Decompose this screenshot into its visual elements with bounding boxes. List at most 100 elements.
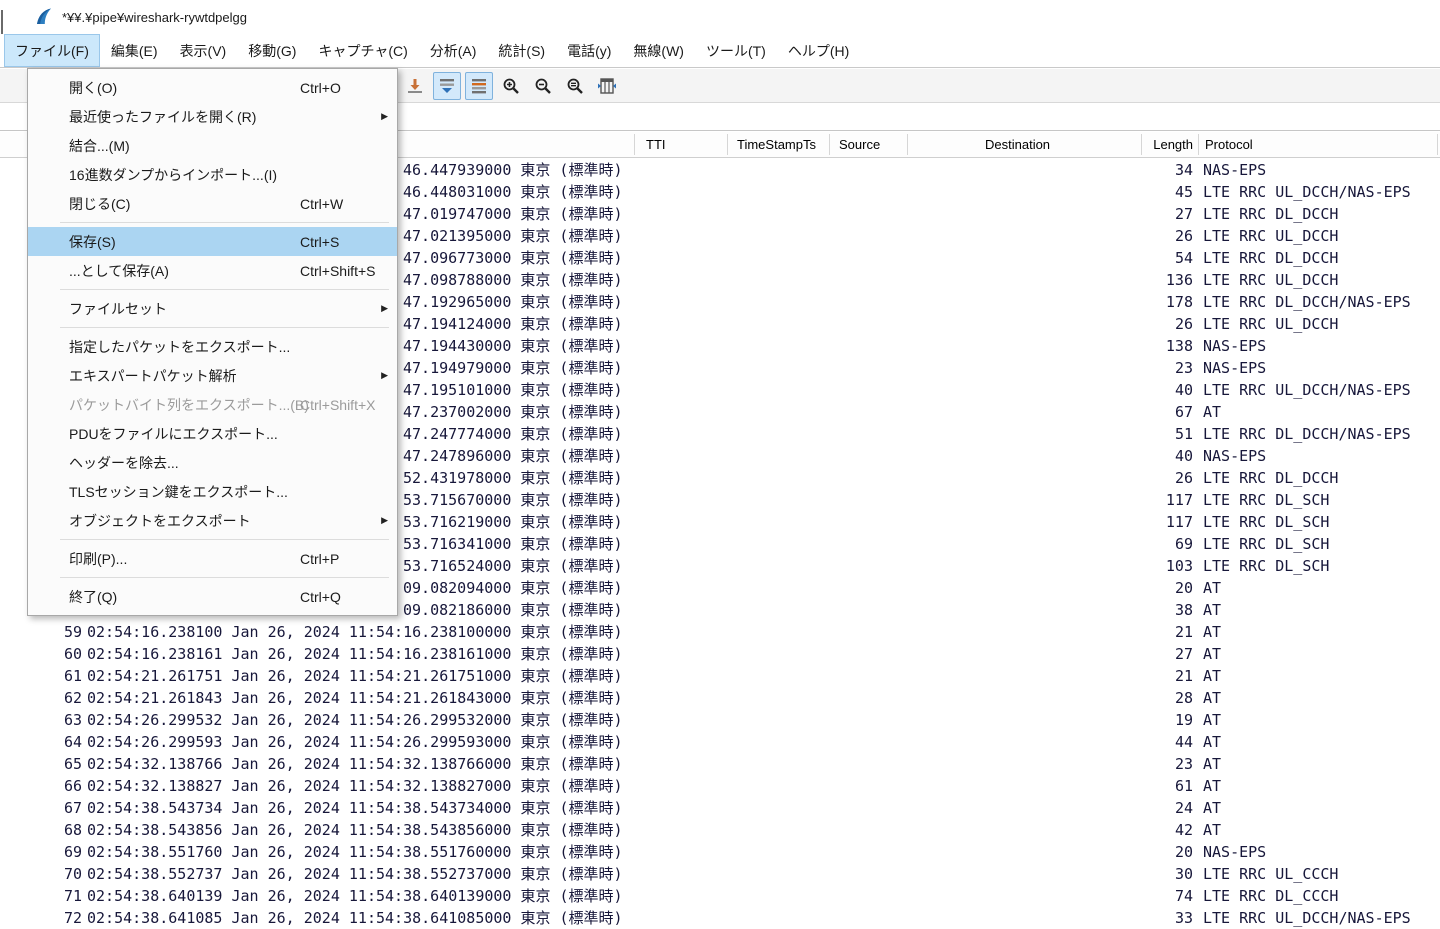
column-header-timestampts[interactable]: TimeStampTs — [737, 132, 827, 157]
packet-protocol: LTE RRC DL_DCCH/NAS-EPS — [1203, 291, 1411, 313]
file-menu-item[interactable]: ...として保存(A)Ctrl+Shift+S — [28, 256, 397, 285]
zoom-out-button[interactable] — [529, 72, 557, 100]
menubar-item-3[interactable]: 移動(G) — [237, 34, 307, 67]
menu-item-label: 指定したパケットをエクスポート... — [69, 337, 290, 357]
auto-scroll-button[interactable] — [433, 72, 461, 100]
packet-protocol: AT — [1203, 577, 1221, 599]
file-menu-item[interactable]: 16進数ダンプからインポート...(I) — [28, 160, 397, 189]
packet-protocol: LTE RRC UL_DCCH — [1203, 269, 1338, 291]
packet-protocol: LTE RRC DL_DCCH — [1203, 247, 1338, 269]
file-menu-item[interactable]: 保存(S)Ctrl+S — [28, 227, 397, 256]
file-menu-item[interactable]: 指定したパケットをエクスポート... — [28, 332, 397, 361]
file-menu-item[interactable]: 印刷(P)...Ctrl+P — [28, 544, 397, 573]
packet-number: 60 — [28, 643, 82, 665]
menubar-item-7[interactable]: 電話(y) — [556, 34, 622, 67]
packet-protocol: AT — [1203, 731, 1221, 753]
packet-protocol: AT — [1203, 819, 1221, 841]
menubar-item-9[interactable]: ツール(T) — [695, 34, 777, 67]
column-header-destination[interactable]: Destination — [985, 132, 1105, 157]
packet-time: 02:54:38.543734 Jan 26, 2024 11:54:38.54… — [87, 797, 623, 819]
column-separator[interactable] — [829, 134, 830, 155]
packet-length: 20 — [1093, 577, 1193, 599]
packet-row[interactable]: 6202:54:21.261843 Jan 26, 2024 11:54:21.… — [0, 687, 1440, 709]
column-separator[interactable] — [1437, 134, 1438, 155]
file-menu-dropdown: 開く(O)Ctrl+O最近使ったファイルを開く(R)▶結合...(M)16進数ダ… — [27, 68, 398, 616]
file-menu-item[interactable]: ファイルセット▶ — [28, 294, 397, 323]
packet-length: 26 — [1093, 225, 1193, 247]
packet-length: 61 — [1093, 775, 1193, 797]
packet-length: 23 — [1093, 753, 1193, 775]
column-separator[interactable] — [907, 134, 908, 155]
column-separator[interactable] — [634, 134, 635, 155]
window-title: *¥¥.¥pipe¥wireshark-rywtdpelgg — [62, 10, 247, 25]
column-separator[interactable] — [1198, 134, 1199, 155]
column-header-source[interactable]: Source — [839, 132, 939, 157]
menu-bar: ファイル(F)編集(E)表示(V)移動(G)キャプチャ(C)分析(A)統計(S)… — [0, 34, 1440, 68]
menu-separator — [28, 535, 397, 544]
column-header-protocol[interactable]: Protocol — [1205, 132, 1365, 157]
packet-protocol: LTE RRC DL_CCCH — [1203, 885, 1338, 907]
packet-length: 33 — [1093, 907, 1193, 929]
file-menu-item[interactable]: TLSセッション鍵をエクスポート... — [28, 477, 397, 506]
packet-number: 67 — [28, 797, 82, 819]
packet-row[interactable]: 6802:54:38.543856 Jan 26, 2024 11:54:38.… — [0, 819, 1440, 841]
packet-row[interactable]: 7202:54:38.641085 Jan 26, 2024 11:54:38.… — [0, 907, 1440, 929]
column-separator[interactable] — [1141, 134, 1142, 155]
menubar-item-8[interactable]: 無線(W) — [622, 34, 695, 67]
column-header-tti[interactable]: TTI — [646, 132, 716, 157]
packet-protocol: LTE RRC UL_DCCH — [1203, 225, 1338, 247]
packet-length: 136 — [1093, 269, 1193, 291]
packet-length: 103 — [1093, 555, 1193, 577]
menu-item-label: 保存(S) — [69, 232, 116, 252]
column-separator[interactable] — [727, 134, 728, 155]
packet-row[interactable]: 6902:54:38.551760 Jan 26, 2024 11:54:38.… — [0, 841, 1440, 863]
packet-row[interactable]: 7102:54:38.640139 Jan 26, 2024 11:54:38.… — [0, 885, 1440, 907]
packet-protocol: LTE RRC DL_SCH — [1203, 511, 1329, 533]
packet-length: 27 — [1093, 643, 1193, 665]
zoom-reset-button[interactable] — [561, 72, 589, 100]
file-menu-item[interactable]: オブジェクトをエクスポート▶ — [28, 506, 397, 535]
go-to-bottom-button[interactable] — [401, 72, 429, 100]
file-menu-item[interactable]: 終了(Q)Ctrl+Q — [28, 582, 397, 611]
menubar-item-6[interactable]: 統計(S) — [487, 34, 556, 67]
menubar-item-10[interactable]: ヘルプ(H) — [777, 34, 860, 67]
file-menu-item[interactable]: ヘッダーを除去... — [28, 448, 397, 477]
packet-row[interactable]: 6602:54:32.138827 Jan 26, 2024 11:54:32.… — [0, 775, 1440, 797]
packet-number: 71 — [28, 885, 82, 907]
menu-item-label: 印刷(P)... — [69, 549, 127, 569]
menubar-item-file[interactable]: ファイル(F) — [4, 34, 100, 67]
zoom-out-icon — [534, 77, 552, 95]
file-menu-item[interactable]: 最近使ったファイルを開く(R)▶ — [28, 102, 397, 131]
menubar-item-4[interactable]: キャプチャ(C) — [307, 34, 418, 67]
packet-length: 45 — [1093, 181, 1193, 203]
zoom-in-button[interactable] — [497, 72, 525, 100]
packet-row[interactable]: 6302:54:26.299532 Jan 26, 2024 11:54:26.… — [0, 709, 1440, 731]
packet-row[interactable]: 6702:54:38.543734 Jan 26, 2024 11:54:38.… — [0, 797, 1440, 819]
file-menu-item[interactable]: 閉じる(C)Ctrl+W — [28, 189, 397, 218]
packet-length: 74 — [1093, 885, 1193, 907]
packet-row[interactable]: 6102:54:21.261751 Jan 26, 2024 11:54:21.… — [0, 665, 1440, 687]
packet-row[interactable]: 6402:54:26.299593 Jan 26, 2024 11:54:26.… — [0, 731, 1440, 753]
submenu-arrow-icon: ▶ — [381, 370, 388, 381]
packet-protocol: AT — [1203, 775, 1221, 797]
file-menu-item[interactable]: 開く(O)Ctrl+O — [28, 73, 397, 102]
colorize-button[interactable] — [465, 72, 493, 100]
packet-protocol: LTE RRC DL_DCCH — [1203, 467, 1338, 489]
file-menu-item[interactable]: 結合...(M) — [28, 131, 397, 160]
packet-time: 02:54:16.238161 Jan 26, 2024 11:54:16.23… — [87, 643, 623, 665]
menubar-item-1[interactable]: 編集(E) — [100, 34, 169, 67]
file-menu-item[interactable]: PDUをファイルにエクスポート... — [28, 419, 397, 448]
packet-protocol: AT — [1203, 643, 1221, 665]
resize-columns-button[interactable] — [593, 72, 621, 100]
menubar-item-5[interactable]: 分析(A) — [419, 34, 488, 67]
packet-row[interactable]: 6002:54:16.238161 Jan 26, 2024 11:54:16.… — [0, 643, 1440, 665]
packet-row[interactable]: 6502:54:32.138766 Jan 26, 2024 11:54:32.… — [0, 753, 1440, 775]
file-menu-item[interactable]: エキスパートパケット解析▶ — [28, 361, 397, 390]
packet-time: 53.716524000 東京 (標準時) — [403, 555, 623, 577]
packet-row[interactable]: 5902:54:16.238100 Jan 26, 2024 11:54:16.… — [0, 621, 1440, 643]
packet-number: 72 — [28, 907, 82, 929]
menubar-item-2[interactable]: 表示(V) — [169, 34, 238, 67]
column-header-length[interactable]: Length — [1113, 132, 1193, 157]
packet-protocol: NAS-EPS — [1203, 335, 1266, 357]
packet-row[interactable]: 7002:54:38.552737 Jan 26, 2024 11:54:38.… — [0, 863, 1440, 885]
